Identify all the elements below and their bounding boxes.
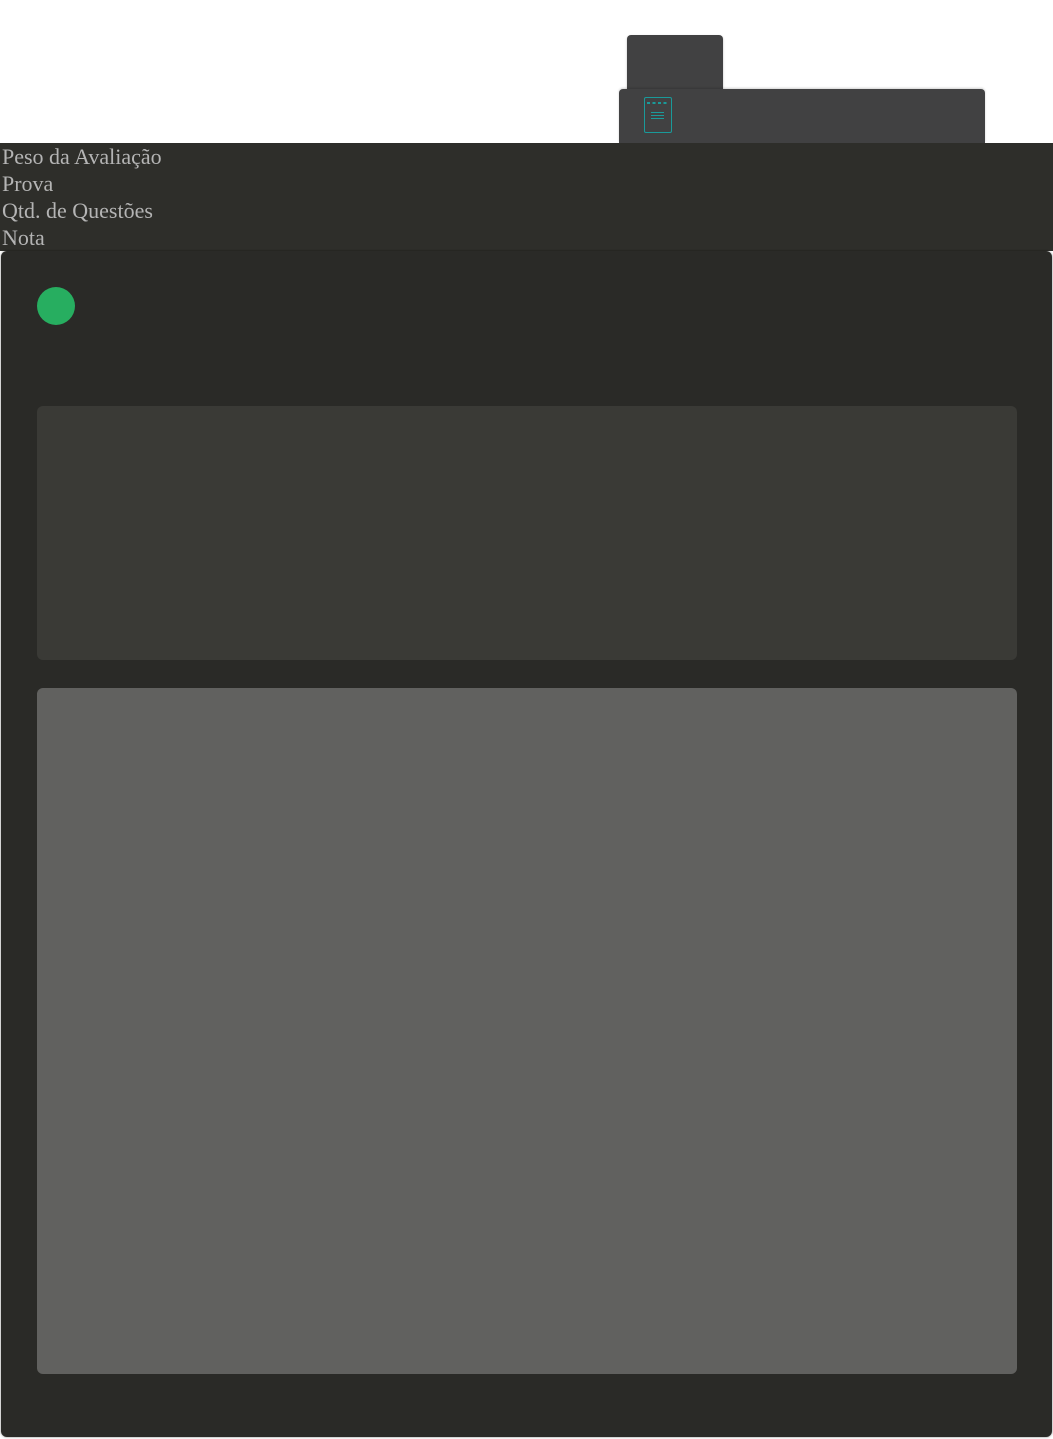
label-qtd-questoes: Qtd. de Questões — [2, 198, 153, 223]
toolbar-bar — [619, 89, 985, 143]
label-prova: Prova — [2, 171, 54, 196]
document-icon[interactable] — [644, 97, 672, 133]
toolbar-tab[interactable] — [627, 35, 723, 91]
content-card-bottom — [37, 688, 1017, 1374]
status-dot-icon — [37, 287, 75, 325]
content-card-top — [37, 406, 1017, 660]
main-panel — [1, 251, 1052, 1437]
label-peso-avaliacao: Peso da Avaliação — [2, 144, 162, 169]
label-nota: Nota — [2, 225, 45, 250]
assessment-header-labels: Peso da Avaliação Prova Qtd. de Questões… — [0, 143, 1053, 251]
